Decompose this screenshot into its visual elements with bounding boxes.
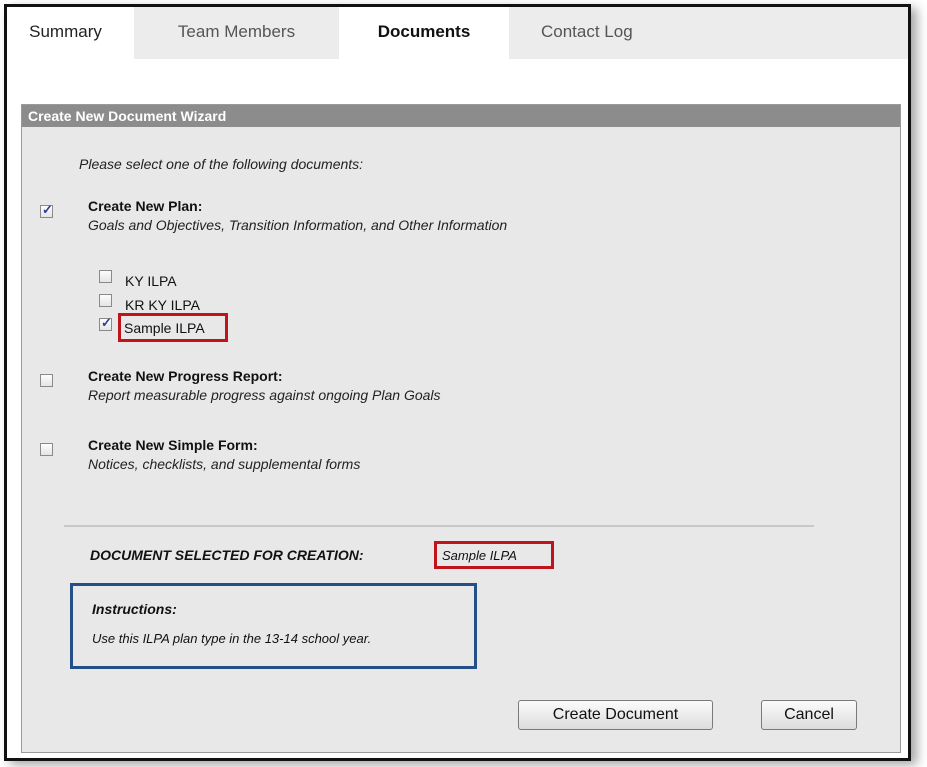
wizard-title: Create New Document Wizard <box>22 105 900 127</box>
plan-option-kr-ky-ilpa-checkbox[interactable] <box>99 294 112 307</box>
plan-option-kr-ky-ilpa-label[interactable]: KR KY ILPA <box>125 297 200 313</box>
window-frame: Summary Team Members Documents Contact L… <box>4 4 911 761</box>
divider <box>64 525 814 527</box>
tab-team-members[interactable]: Team Members <box>134 7 339 59</box>
plan-option-ky-ilpa-checkbox[interactable] <box>99 270 112 283</box>
instructions-title: Instructions: <box>92 601 177 617</box>
create-document-wizard: Create New Document Wizard Please select… <box>21 104 901 753</box>
tab-bar: Summary Team Members Documents Contact L… <box>7 7 908 59</box>
selected-document-value: Sample ILPA <box>442 548 517 563</box>
create-plan-title: Create New Plan: <box>88 198 203 214</box>
tab-documents[interactable]: Documents <box>339 7 509 59</box>
plan-option-sample-ilpa-label[interactable]: Sample ILPA <box>124 320 205 336</box>
progress-report-checkbox[interactable] <box>40 374 53 387</box>
checkmark-icon: ✓ <box>42 202 53 217</box>
tab-contact-log[interactable]: Contact Log <box>509 7 908 59</box>
plan-option-sample-ilpa-checkbox[interactable]: ✓ <box>99 315 112 331</box>
checkmark-icon: ✓ <box>101 315 112 330</box>
tab-summary[interactable]: Summary <box>7 7 124 59</box>
progress-report-title: Create New Progress Report: <box>88 368 283 384</box>
simple-form-title: Create New Simple Form: <box>88 437 258 453</box>
wizard-intro: Please select one of the following docum… <box>79 156 364 172</box>
create-plan-description: Goals and Objectives, Transition Informa… <box>88 217 508 233</box>
selected-document-label: DOCUMENT SELECTED FOR CREATION: <box>90 547 364 563</box>
simple-form-checkbox[interactable] <box>40 443 53 456</box>
cancel-button[interactable]: Cancel <box>761 700 857 730</box>
instructions-text: Use this ILPA plan type in the 13-14 sch… <box>92 631 372 646</box>
progress-report-description: Report measurable progress against ongoi… <box>88 387 441 403</box>
create-document-button[interactable]: Create Document <box>518 700 713 730</box>
create-plan-checkbox[interactable]: ✓ <box>40 202 53 218</box>
plan-option-ky-ilpa-label[interactable]: KY ILPA <box>125 273 177 289</box>
simple-form-description: Notices, checklists, and supplemental fo… <box>88 456 361 472</box>
instructions-box <box>70 583 477 669</box>
